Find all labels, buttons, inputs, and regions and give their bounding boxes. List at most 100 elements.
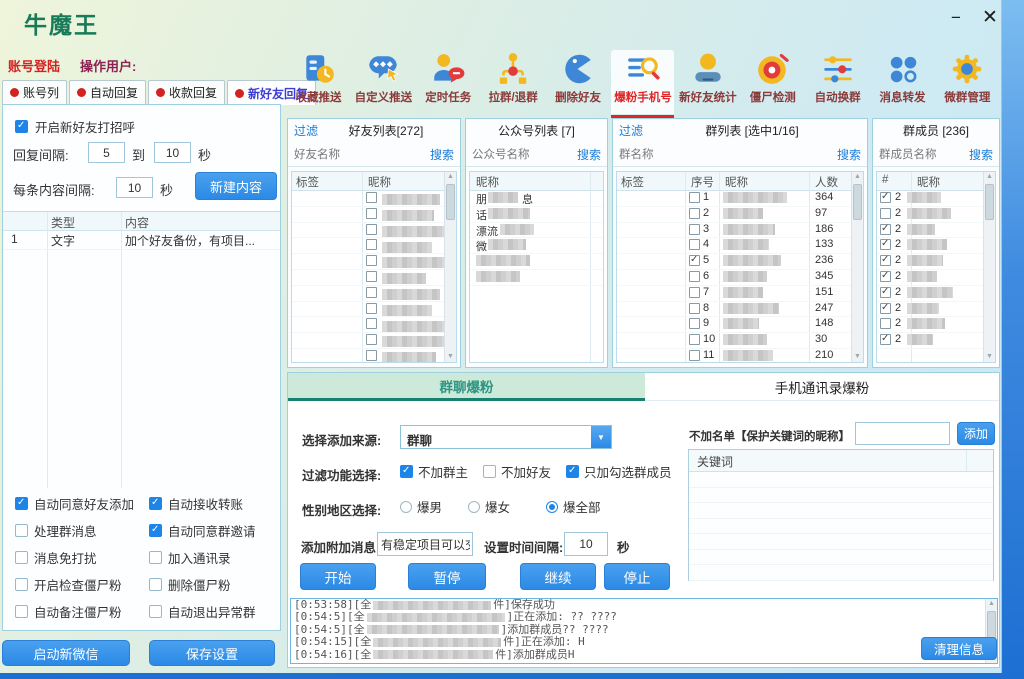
member-row[interactable]: 2 bbox=[877, 269, 995, 286]
member-row[interactable]: 2 bbox=[877, 285, 995, 302]
toolbar-item-chat-stars[interactable]: 自定义推送 bbox=[352, 50, 415, 114]
filter-checkbox[interactable] bbox=[566, 465, 579, 478]
toolbar-item-list-magnifier[interactable]: 爆粉手机号 bbox=[611, 50, 674, 114]
extra-message-input[interactable] bbox=[377, 532, 473, 556]
friend-row[interactable] bbox=[292, 269, 456, 286]
log-output[interactable]: [0:53:58][全件]保存成功[0:54:5][全]正在添加: ?? ???… bbox=[290, 598, 998, 664]
row-checkbox[interactable] bbox=[689, 255, 700, 266]
row-checkbox[interactable] bbox=[366, 255, 377, 266]
account-row[interactable] bbox=[470, 253, 603, 270]
row-checkbox[interactable] bbox=[880, 192, 891, 203]
friend-row[interactable] bbox=[292, 301, 456, 318]
row-checkbox[interactable] bbox=[880, 224, 891, 235]
row-checkbox[interactable] bbox=[689, 350, 700, 361]
filter-link[interactable]: 过滤 bbox=[294, 122, 318, 139]
scroll-down-icon[interactable]: ▼ bbox=[984, 352, 995, 362]
group-row[interactable]: 8247 bbox=[617, 301, 863, 318]
group-row[interactable]: 297 bbox=[617, 206, 863, 223]
filter-checkbox[interactable] bbox=[400, 465, 413, 478]
row-checkbox[interactable] bbox=[880, 208, 891, 219]
row-checkbox[interactable] bbox=[366, 318, 377, 329]
group-row[interactable]: 5236 bbox=[617, 253, 863, 270]
auto-option-checkbox[interactable] bbox=[15, 551, 28, 564]
row-checkbox[interactable] bbox=[689, 224, 700, 235]
group-row[interactable]: 11210 bbox=[617, 348, 863, 362]
toolbar-item-person-stat[interactable]: 新好友统计 bbox=[676, 50, 739, 114]
scrollbar[interactable]: ▲▼ bbox=[851, 172, 863, 362]
row-checkbox[interactable] bbox=[366, 224, 377, 235]
row-checkbox[interactable] bbox=[880, 334, 891, 345]
member-row[interactable]: 2 bbox=[877, 190, 995, 207]
member-row[interactable]: 2 bbox=[877, 237, 995, 254]
member-row[interactable]: 2 bbox=[877, 301, 995, 318]
content-row[interactable]: 1文字加个好友备份，有项目... bbox=[3, 230, 280, 250]
row-checkbox[interactable] bbox=[689, 239, 700, 250]
member-row[interactable]: 2 bbox=[877, 332, 995, 349]
row-checkbox[interactable] bbox=[689, 192, 700, 203]
toolbar-item-dart-target[interactable]: 僵尸检测 bbox=[741, 50, 804, 114]
row-checkbox[interactable] bbox=[366, 192, 377, 203]
scroll-up-icon[interactable]: ▲ bbox=[984, 172, 995, 182]
account-row[interactable]: 话 bbox=[470, 206, 603, 223]
filter-checkbox[interactable] bbox=[483, 465, 496, 478]
row-checkbox[interactable] bbox=[689, 318, 700, 329]
auto-option-checkbox[interactable] bbox=[15, 524, 28, 537]
row-checkbox[interactable] bbox=[689, 271, 700, 282]
auto-option-checkbox[interactable] bbox=[15, 497, 28, 510]
gender-radio[interactable] bbox=[400, 501, 412, 513]
account-row[interactable]: 漂流 bbox=[470, 222, 603, 239]
scrollbar[interactable]: ▲▼ bbox=[983, 172, 995, 362]
scroll-thumb[interactable] bbox=[853, 184, 862, 220]
filter-link[interactable]: 过滤 bbox=[619, 122, 643, 139]
auto-option-checkbox[interactable] bbox=[149, 578, 162, 591]
toolbar-item-gear[interactable]: 微群管理 bbox=[936, 50, 999, 114]
group-row[interactable]: 3186 bbox=[617, 222, 863, 239]
friend-row[interactable] bbox=[292, 253, 456, 270]
source-select[interactable]: 群聊 ▼ bbox=[400, 425, 612, 449]
scrollbar[interactable]: ▲▼ bbox=[444, 172, 456, 362]
greet-enable-checkbox[interactable] bbox=[15, 120, 28, 133]
member-row[interactable]: 2 bbox=[877, 316, 995, 333]
toolbar-item-sliders[interactable]: 自动换群 bbox=[806, 50, 869, 114]
group-row[interactable]: 9148 bbox=[617, 316, 863, 333]
scroll-up-icon[interactable]: ▲ bbox=[852, 172, 863, 182]
row-checkbox[interactable] bbox=[366, 350, 377, 361]
row-checkbox[interactable] bbox=[689, 287, 700, 298]
toolbar-item-person-chat[interactable]: 定时任务 bbox=[417, 50, 480, 114]
row-checkbox[interactable] bbox=[880, 271, 891, 282]
row-checkbox[interactable] bbox=[880, 287, 891, 298]
clear-log-button[interactable]: 清理信息 bbox=[921, 637, 997, 660]
member-row[interactable]: 2 bbox=[877, 222, 995, 239]
search-link[interactable]: 搜索 bbox=[430, 146, 454, 163]
reply-interval-to-input[interactable] bbox=[154, 142, 191, 163]
auto-option-checkbox[interactable] bbox=[149, 524, 162, 537]
blacklist-input[interactable] bbox=[855, 422, 950, 445]
time-interval-input[interactable] bbox=[564, 532, 608, 556]
gender-radio[interactable] bbox=[468, 501, 480, 513]
group-row[interactable]: 1364 bbox=[617, 190, 863, 207]
auto-option-checkbox[interactable] bbox=[149, 551, 162, 564]
scroll-down-icon[interactable]: ▼ bbox=[852, 352, 863, 362]
minimize-button[interactable]: − bbox=[944, 6, 968, 30]
member-row[interactable]: 2 bbox=[877, 253, 995, 270]
member-row[interactable]: 2 bbox=[877, 206, 995, 223]
row-checkbox[interactable] bbox=[366, 303, 377, 314]
blacklist-add-button[interactable]: 添加 bbox=[957, 422, 995, 445]
group-row[interactable]: 7151 bbox=[617, 285, 863, 302]
account-row[interactable]: 朋息 bbox=[470, 190, 603, 207]
gender-radio[interactable] bbox=[546, 501, 558, 513]
row-checkbox[interactable] bbox=[366, 271, 377, 282]
group-row[interactable]: 4133 bbox=[617, 237, 863, 254]
account-row[interactable]: 微 bbox=[470, 237, 603, 254]
close-button[interactable]: ✕ bbox=[978, 6, 1002, 30]
fan-button-1[interactable]: 暂停 bbox=[408, 563, 486, 590]
fan-button-0[interactable]: 开始 bbox=[300, 563, 376, 590]
reply-tab-0[interactable]: 账号列 bbox=[2, 80, 67, 104]
fan-button-2[interactable]: 继续 bbox=[520, 563, 596, 590]
search-link[interactable]: 搜索 bbox=[837, 146, 861, 163]
reply-tab-2[interactable]: 收款回复 bbox=[148, 80, 225, 104]
fan-button-3[interactable]: 停止 bbox=[604, 563, 670, 590]
per-content-interval-input[interactable] bbox=[116, 177, 153, 198]
group-row[interactable]: 6345 bbox=[617, 269, 863, 286]
friend-row[interactable] bbox=[292, 190, 456, 207]
